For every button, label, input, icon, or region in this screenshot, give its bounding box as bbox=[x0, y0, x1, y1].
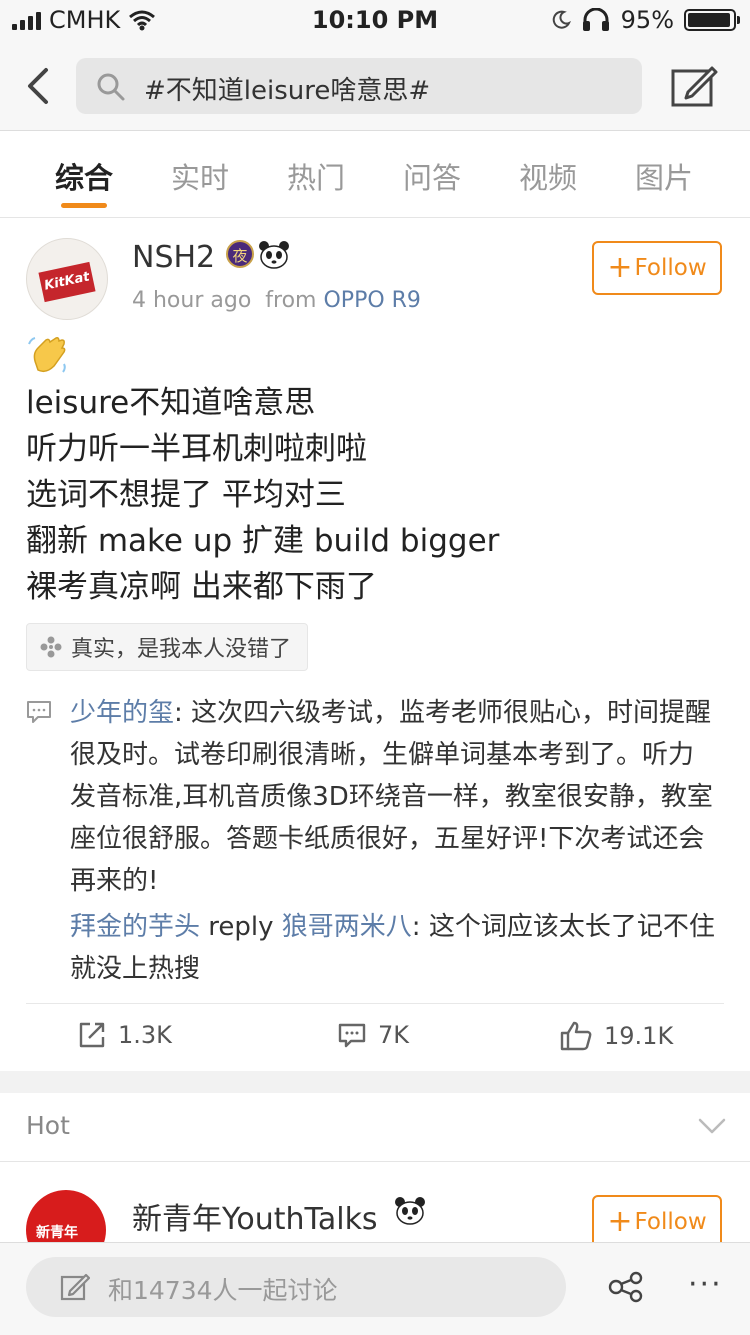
tab-general[interactable]: 综合 bbox=[26, 155, 142, 197]
post-device[interactable]: OPPO R9 bbox=[323, 288, 420, 313]
moon-icon bbox=[552, 10, 571, 29]
tab-realtime[interactable]: 实时 bbox=[142, 155, 258, 197]
avatar-text: 新青年 bbox=[36, 1225, 78, 1241]
hot-label: Hot bbox=[26, 1111, 70, 1140]
comment-icon bbox=[338, 1023, 366, 1048]
comment-user[interactable]: 少年的玺 bbox=[70, 698, 174, 728]
tab-bar: 综合 实时 热门 问答 视频 图片 bbox=[0, 131, 750, 218]
comment-item: 拜金的芋头 reply 狼哥两米八: 这个词应该太长了记不住就没上热搜 bbox=[70, 906, 716, 990]
comment-button[interactable]: 7K bbox=[338, 1021, 409, 1049]
follow-button[interactable]: + Follow bbox=[592, 241, 722, 295]
post-line: 裸考真凉啊 出来都下雨了 bbox=[26, 569, 377, 605]
avatar-image: KitKat bbox=[38, 261, 96, 303]
compose-icon[interactable] bbox=[670, 66, 718, 108]
nav-bar: #不知道leisure啥意思# bbox=[0, 40, 750, 131]
avatar[interactable]: 新青年 bbox=[26, 1190, 106, 1242]
active-tab-indicator bbox=[61, 203, 107, 208]
flower-icon bbox=[40, 636, 62, 658]
tab-video[interactable]: 视频 bbox=[490, 155, 606, 197]
search-query: #不知道leisure啥意思# bbox=[144, 76, 431, 106]
comment-user[interactable]: 拜金的芋头 bbox=[70, 912, 200, 942]
panda-icon[interactable] bbox=[258, 240, 290, 270]
search-icon bbox=[97, 73, 125, 101]
discuss-input[interactable]: 和14734人一起讨论 bbox=[26, 1257, 566, 1317]
post-card: KitKat NSH2 夜 4 hour ago from OPPO R9 + F… bbox=[0, 218, 750, 1071]
more-button[interactable]: ··· bbox=[688, 1267, 723, 1302]
bottom-bar: 和14734人一起讨论 ··· bbox=[0, 1242, 750, 1335]
status-bar: CMHK 10:10 PM 95% bbox=[0, 0, 750, 40]
reply-to-user[interactable]: 狼哥两米八 bbox=[282, 912, 412, 942]
follow-label: Follow bbox=[634, 1209, 707, 1235]
waving-hand-icon bbox=[28, 337, 66, 373]
thumbs-up-icon bbox=[560, 1021, 592, 1051]
chevron-down-icon[interactable] bbox=[698, 1117, 726, 1135]
post-line: leisure不知道啥意思 bbox=[26, 385, 316, 421]
hot-section-header[interactable]: Hot bbox=[0, 1093, 750, 1162]
search-input[interactable]: #不知道leisure啥意思# bbox=[76, 58, 642, 114]
username[interactable]: NSH2 bbox=[132, 240, 215, 275]
share-icon[interactable] bbox=[608, 1271, 644, 1303]
comment-item: 少年的玺: 这次四六级考试，监考老师很贴心，时间提醒很及时。试卷印刷很清晰，生僻… bbox=[70, 692, 716, 902]
repost-count: 1.3K bbox=[118, 1021, 172, 1049]
post-line: 选词不想提了 平均对三 bbox=[26, 477, 346, 513]
edit-icon bbox=[60, 1273, 90, 1301]
post-card: 新青年 新青年YouthTalks + Follow bbox=[0, 1162, 750, 1242]
repost-icon bbox=[79, 1022, 105, 1048]
post-text: leisure不知道啥意思 听力听一半耳机刺啦刺啦 选词不想提了 平均对三 翻新… bbox=[26, 380, 499, 610]
from-label: from bbox=[265, 288, 317, 313]
location-tag[interactable]: 真实，是我本人没错了 bbox=[26, 623, 309, 671]
avatar[interactable]: KitKat bbox=[26, 238, 108, 320]
night-badge-icon[interactable]: 夜 bbox=[226, 240, 254, 268]
follow-label: Follow bbox=[634, 255, 707, 281]
battery-icon bbox=[684, 9, 740, 31]
post-line: 听力听一半耳机刺啦刺啦 bbox=[26, 431, 367, 467]
tab-hot[interactable]: 热门 bbox=[258, 155, 374, 197]
back-arrow-icon[interactable] bbox=[24, 64, 64, 108]
repost-button[interactable]: 1.3K bbox=[78, 1021, 172, 1049]
tab-images[interactable]: 图片 bbox=[606, 155, 722, 197]
username[interactable]: 新青年YouthTalks bbox=[132, 1194, 378, 1238]
follow-button[interactable]: + Follow bbox=[592, 1195, 722, 1242]
headphones-icon bbox=[582, 8, 609, 31]
post-line: 翻新 make up 扩建 build bigger bbox=[26, 523, 500, 559]
post-meta: 4 hour ago from OPPO R9 bbox=[132, 288, 421, 313]
like-count: 19.1K bbox=[604, 1022, 674, 1050]
post-actions: 1.3K 7K 19.1K bbox=[0, 1003, 750, 1071]
battery-percent: 95% bbox=[620, 6, 674, 34]
reply-label: reply bbox=[200, 912, 282, 942]
comment-count: 7K bbox=[378, 1021, 410, 1049]
like-button[interactable]: 19.1K bbox=[560, 1021, 673, 1051]
location-label: 真实，是我本人没错了 bbox=[71, 637, 292, 662]
discuss-placeholder: 和14734人一起讨论 bbox=[108, 1276, 338, 1305]
comment-icon bbox=[27, 701, 51, 723]
panda-icon[interactable] bbox=[394, 1196, 426, 1226]
post-time: 4 hour ago bbox=[132, 288, 252, 313]
tab-qa[interactable]: 问答 bbox=[374, 155, 490, 197]
